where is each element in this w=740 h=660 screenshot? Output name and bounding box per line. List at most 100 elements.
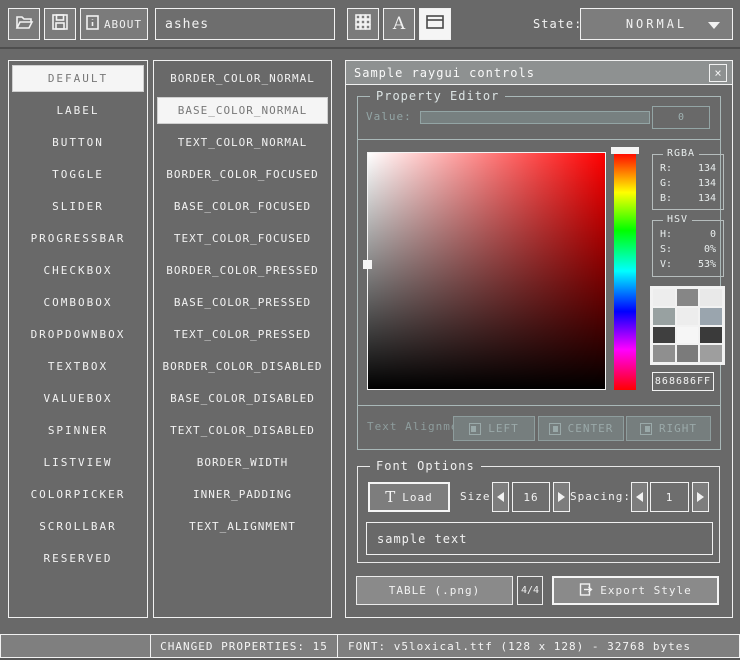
export-pages-box[interactable]: 4/4 bbox=[517, 576, 543, 605]
properties-list-item[interactable]: BASE_COLOR_NORMAL bbox=[157, 97, 328, 124]
controls-list-item[interactable]: CHECKBOX bbox=[12, 257, 144, 284]
statusbar-font-info: FONT: v5loxical.ttf (128 x 128) - 32768 … bbox=[337, 634, 740, 658]
align-center-label: CENTER bbox=[568, 422, 614, 435]
controls-list-item[interactable]: DEFAULT bbox=[12, 65, 144, 92]
properties-list-item[interactable]: BASE_COLOR_FOCUSED bbox=[157, 193, 328, 220]
s-label: S: bbox=[660, 244, 672, 255]
align-right-icon bbox=[640, 423, 652, 435]
color-swatch[interactable] bbox=[677, 289, 699, 306]
properties-list-item[interactable]: BASE_COLOR_DISABLED bbox=[157, 385, 328, 412]
controls-list-item[interactable]: DROPDOWNBOX bbox=[12, 321, 144, 348]
arrow-right-icon bbox=[558, 492, 565, 502]
state-dropdown-value: NORMAL bbox=[626, 17, 687, 31]
font-view-button[interactable]: A bbox=[383, 8, 415, 40]
properties-list-item[interactable]: BORDER_WIDTH bbox=[157, 449, 328, 476]
font-size-value[interactable]: 16 bbox=[512, 482, 550, 512]
state-dropdown[interactable]: NORMAL bbox=[580, 8, 733, 40]
rgba-row-g: G: 134 bbox=[653, 176, 723, 191]
h-label: H: bbox=[660, 229, 672, 240]
b-value: 134 bbox=[698, 193, 716, 204]
color-swatch[interactable] bbox=[700, 289, 722, 306]
color-picker-panel[interactable] bbox=[367, 152, 606, 390]
font-size-increment-button[interactable] bbox=[553, 482, 570, 512]
controls-list-item[interactable]: VALUEBOX bbox=[12, 385, 144, 412]
properties-list-item[interactable]: BORDER_COLOR_FOCUSED bbox=[157, 161, 328, 188]
text-t-icon: T bbox=[385, 488, 396, 506]
g-value: 134 bbox=[698, 178, 716, 189]
hsv-group: HSV H: 0 S: 0% V: 53% bbox=[652, 220, 724, 277]
controls-list-item[interactable]: COMBOBOX bbox=[12, 289, 144, 316]
state-label: State: bbox=[533, 17, 582, 31]
properties-listview: BORDER_COLOR_NORMAL BASE_COLOR_NORMAL TE… bbox=[153, 60, 332, 618]
properties-list-item[interactable]: TEXT_COLOR_FOCUSED bbox=[157, 225, 328, 252]
about-button[interactable]: ABOUT bbox=[80, 8, 148, 40]
properties-list-item[interactable]: BORDER_COLOR_NORMAL bbox=[157, 65, 328, 92]
controls-list-item[interactable]: RESERVED bbox=[12, 545, 144, 572]
font-size-decrement-button[interactable] bbox=[492, 482, 509, 512]
properties-list-item[interactable]: TEXT_COLOR_DISABLED bbox=[157, 417, 328, 444]
controls-window-toggle-button[interactable] bbox=[419, 8, 451, 40]
v-value: 53% bbox=[698, 259, 716, 270]
properties-list-item[interactable]: TEXT_COLOR_PRESSED bbox=[157, 321, 328, 348]
font-spacing-increment-button[interactable] bbox=[692, 482, 709, 512]
font-spacing-value[interactable]: 1 bbox=[650, 482, 689, 512]
font-info-text: FONT: v5loxical.ttf (128 x 128) - 32768 … bbox=[348, 640, 691, 653]
color-swatch[interactable] bbox=[653, 327, 675, 344]
hue-slider[interactable] bbox=[614, 152, 636, 390]
color-swatch[interactable] bbox=[700, 345, 722, 362]
font-load-button[interactable]: T Load bbox=[368, 482, 450, 512]
value-box[interactable]: 0 bbox=[652, 106, 710, 129]
font-spacing-decrement-button[interactable] bbox=[631, 482, 648, 512]
properties-list-item[interactable]: BASE_COLOR_PRESSED bbox=[157, 289, 328, 316]
hsv-row-h: H: 0 bbox=[653, 227, 723, 242]
controls-list-item[interactable]: SCROLLBAR bbox=[12, 513, 144, 540]
controls-list-item[interactable]: BUTTON bbox=[12, 129, 144, 156]
window-titlebar: Sample raygui controls bbox=[346, 61, 732, 85]
controls-list-item[interactable]: TEXTBOX bbox=[12, 353, 144, 380]
g-label: G: bbox=[660, 178, 672, 189]
controls-list-item[interactable]: COLORPICKER bbox=[12, 481, 144, 508]
style-table-view-button[interactable] bbox=[347, 8, 379, 40]
hex-color-input[interactable]: 868686FF bbox=[652, 372, 714, 391]
open-style-button[interactable] bbox=[8, 8, 40, 40]
save-style-button[interactable] bbox=[44, 8, 76, 40]
align-right-button[interactable]: RIGHT bbox=[626, 416, 711, 441]
r-label: R: bbox=[660, 163, 672, 174]
window-close-button[interactable]: × bbox=[709, 64, 727, 82]
export-format-dropdown[interactable]: TABLE (.png) bbox=[356, 576, 513, 605]
controls-list-item[interactable]: LABEL bbox=[12, 97, 144, 124]
value-slider[interactable] bbox=[420, 111, 650, 124]
controls-list-item[interactable]: LISTVIEW bbox=[12, 449, 144, 476]
hue-slider-handle[interactable] bbox=[611, 147, 639, 154]
controls-list-item[interactable]: SPINNER bbox=[12, 417, 144, 444]
style-name-input[interactable] bbox=[155, 8, 335, 40]
color-swatch[interactable] bbox=[677, 327, 699, 344]
color-swatch[interactable] bbox=[653, 308, 675, 325]
controls-list-item[interactable]: SLIDER bbox=[12, 193, 144, 220]
export-style-button[interactable]: Export Style bbox=[552, 576, 719, 605]
color-swatch[interactable] bbox=[700, 327, 722, 344]
color-swatch[interactable] bbox=[653, 345, 675, 362]
color-picker-marker[interactable] bbox=[363, 260, 372, 269]
separator bbox=[358, 405, 720, 406]
properties-list-item[interactable]: BORDER_COLOR_PRESSED bbox=[157, 257, 328, 284]
properties-list-item[interactable]: BORDER_COLOR_DISABLED bbox=[157, 353, 328, 380]
properties-list-item[interactable]: INNER_PADDING bbox=[157, 481, 328, 508]
controls-list-item[interactable]: PROGRESSBAR bbox=[12, 225, 144, 252]
sample-text-input[interactable]: sample text bbox=[366, 522, 713, 555]
controls-list-item[interactable]: TOGGLE bbox=[12, 161, 144, 188]
color-swatch[interactable] bbox=[700, 308, 722, 325]
sample-controls-window: Sample raygui controls × Property Editor… bbox=[345, 60, 733, 618]
color-swatch[interactable] bbox=[677, 345, 699, 362]
align-center-button[interactable]: CENTER bbox=[538, 416, 624, 441]
color-swatch[interactable] bbox=[677, 308, 699, 325]
align-left-button[interactable]: LEFT bbox=[453, 416, 535, 441]
rgba-group-label: RGBA bbox=[663, 148, 699, 159]
font-options-group: Font Options T Load Size: 16 Spacing: 1 … bbox=[357, 466, 720, 563]
value-label: Value: bbox=[366, 110, 412, 123]
r-value: 134 bbox=[698, 163, 716, 174]
close-icon: × bbox=[714, 66, 721, 80]
properties-list-item[interactable]: TEXT_ALIGNMENT bbox=[157, 513, 328, 540]
properties-list-item[interactable]: TEXT_COLOR_NORMAL bbox=[157, 129, 328, 156]
color-swatch[interactable] bbox=[653, 289, 675, 306]
